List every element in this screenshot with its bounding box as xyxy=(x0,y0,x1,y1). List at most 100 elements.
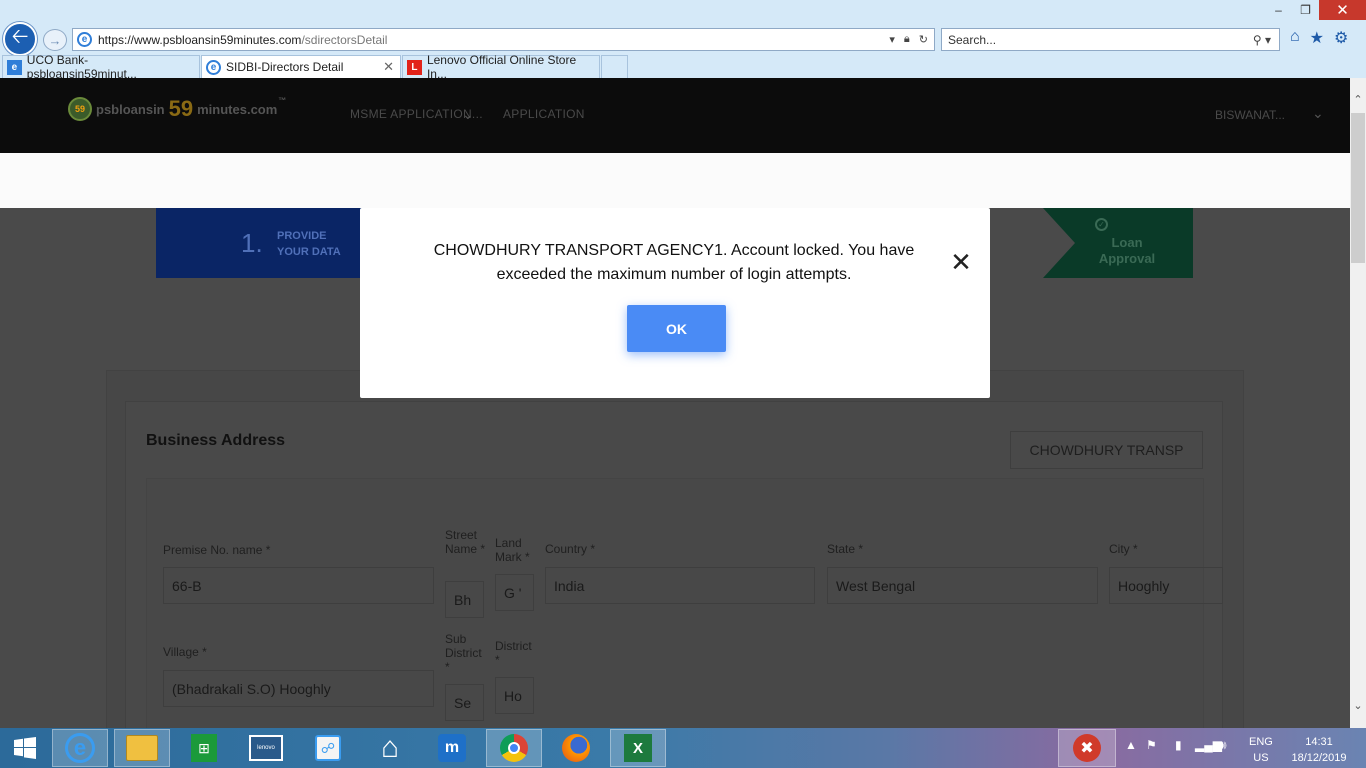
village-label: Village * xyxy=(163,645,207,659)
new-tab-button[interactable] xyxy=(601,55,628,78)
chevron-down-icon[interactable]: ⌄ xyxy=(462,106,474,123)
tab-label: UCO Bank- psbloansin59minut... xyxy=(26,53,137,81)
windows-start-button[interactable] xyxy=(0,729,50,767)
district-input[interactable]: Ho xyxy=(495,677,534,714)
street-label: Street Name * xyxy=(445,528,486,556)
country-select[interactable]: India xyxy=(545,567,815,604)
state-select[interactable]: West Bengal xyxy=(827,567,1098,604)
clock-time: 14:31 xyxy=(1305,736,1333,748)
scrollbar-thumb[interactable] xyxy=(1351,113,1365,263)
taskbar-excel[interactable]: X xyxy=(610,729,666,767)
show-hidden-icons[interactable]: ▲ xyxy=(1125,738,1137,752)
dialog-message: CHOWDHURY TRANSPORT AGENCY1. Account loc… xyxy=(433,242,915,283)
ok-button[interactable]: OK xyxy=(627,305,726,352)
tab-lenovo[interactable]: L Lenovo Official Online Store In... xyxy=(402,53,600,81)
page-band xyxy=(0,153,1350,208)
app-alert-icon: ✖ xyxy=(1073,734,1101,762)
lock-icon[interactable]: 🔒︎ xyxy=(904,33,910,46)
forward-arrow-icon: → xyxy=(48,32,62,48)
scroll-up-icon[interactable]: ⌃ xyxy=(1350,91,1366,107)
shopping-bag-icon: ☍ xyxy=(315,735,341,761)
taskbar-home-app[interactable]: ⌂ xyxy=(362,729,418,767)
taskbar-app-tray[interactable]: ✖ xyxy=(1058,729,1116,767)
restore-icon[interactable]: ❐ xyxy=(1292,0,1319,20)
tab-sidbi-directors[interactable]: e SIDBI-Directors Detail ✕ xyxy=(201,55,401,78)
monitor-icon: lenovo xyxy=(249,735,283,761)
favorites-star-icon[interactable]: ★ xyxy=(1310,28,1324,48)
internet-explorer-icon: e xyxy=(65,733,95,763)
settings-gear-icon[interactable]: ⚙ xyxy=(1334,28,1348,48)
refresh-icon[interactable]: ↻ xyxy=(919,33,928,46)
minimize-icon[interactable]: – xyxy=(1265,0,1292,20)
step-label: Loan Approval xyxy=(1095,235,1159,267)
country-label: Country * xyxy=(545,542,596,556)
tab-close-icon[interactable]: ✕ xyxy=(383,59,400,75)
tab-uco-bank[interactable]: e UCO Bank- psbloansin59minut... xyxy=(2,53,200,81)
landmark-input[interactable]: G ' xyxy=(495,574,534,611)
user-chevron-down-icon[interactable]: ⌄ xyxy=(1312,105,1324,122)
taskbar-store[interactable]: ⊞ xyxy=(176,729,232,767)
step-label-line1: Loan xyxy=(1111,235,1143,250)
landmark-label: Land Mark * xyxy=(495,536,530,564)
folder-icon xyxy=(126,735,158,761)
ie-icon: e xyxy=(7,59,22,75)
search-placeholder: Search... xyxy=(948,32,997,47)
browser-tools: ⌂ ★ ⚙ xyxy=(1290,28,1348,48)
taskbar-chrome[interactable] xyxy=(486,729,542,767)
language-indicator[interactable]: ENG US xyxy=(1249,734,1273,766)
taskbar-firefox[interactable] xyxy=(548,729,604,767)
subdistrict-input[interactable]: Se xyxy=(445,684,484,721)
premise-input[interactable]: 66-B xyxy=(163,567,434,604)
window-controls: – ❐ ✕ xyxy=(1265,0,1366,20)
city-label: City * xyxy=(1109,542,1138,556)
section-title: Business Address xyxy=(146,432,286,449)
search-icon[interactable]: ⚲ ▾ xyxy=(1253,33,1279,47)
clock[interactable]: 14:31 18/12/2019 xyxy=(1288,734,1350,766)
scroll-down-icon[interactable]: ⌄ xyxy=(1350,697,1366,713)
store-icon: ⊞ xyxy=(191,734,217,762)
taskbar-maxthon[interactable]: m xyxy=(424,729,480,767)
tab-label: Lenovo Official Online Store In... xyxy=(426,53,577,81)
address-bar[interactable]: e https://www.psbloansin59minutes.com/sd… xyxy=(72,28,935,51)
taskbar-lenovo[interactable]: lenovo xyxy=(238,729,294,767)
ie-page-icon: e xyxy=(77,32,92,47)
village-select[interactable]: (Bhadrakali S.O) Hooghly xyxy=(163,670,434,707)
region-code: US xyxy=(1253,752,1269,764)
home-icon[interactable]: ⌂ xyxy=(1290,28,1300,48)
district-label: District * xyxy=(495,639,532,667)
street-input[interactable]: Bh xyxy=(445,581,484,618)
ie-icon: e xyxy=(206,59,221,75)
maxthon-icon: m xyxy=(438,734,466,762)
check-icon: ✓ xyxy=(1095,218,1108,231)
taskbar-file-explorer[interactable] xyxy=(114,729,170,767)
logo-tm: ™ xyxy=(278,96,287,105)
back-arrow-icon: 🡠 xyxy=(11,24,29,48)
step-number: 1. xyxy=(241,228,263,258)
action-center-flag-icon[interactable]: ⚑ xyxy=(1146,738,1157,752)
forward-button[interactable]: → xyxy=(43,29,67,51)
url-path: /sdirectorsDetail xyxy=(301,32,388,47)
firefox-icon xyxy=(562,734,590,762)
volume-icon[interactable]: 🔊︎ xyxy=(1219,738,1227,753)
dropdown-icon[interactable]: ▾ xyxy=(889,33,895,46)
search-input[interactable]: Search... ⚲ ▾ xyxy=(941,28,1280,51)
nav-application[interactable]: APPLICATION xyxy=(503,107,585,121)
window-close-icon[interactable]: ✕ xyxy=(1319,0,1366,20)
subdistrict-label: Sub District * xyxy=(445,632,482,674)
lenovo-icon: L xyxy=(407,59,422,75)
city-select[interactable]: Hooghly xyxy=(1109,567,1223,604)
close-icon[interactable]: ✕ xyxy=(948,249,974,275)
company-name-box: CHOWDHURY TRANSP xyxy=(1010,431,1203,469)
user-menu[interactable]: BISWANAT... xyxy=(1215,108,1285,122)
taskbar-cart-app[interactable]: ☍ xyxy=(300,729,356,767)
account-locked-dialog: CHOWDHURY TRANSPORT AGENCY1. Account loc… xyxy=(360,208,990,398)
tab-label: SIDBI-Directors Detail xyxy=(226,60,344,74)
site-logo[interactable]: 59 psbloansin 59 minutes.com ™ xyxy=(68,96,286,122)
battery-icon[interactable]: ▮ xyxy=(1175,738,1182,752)
back-button[interactable]: 🡠 xyxy=(3,22,37,56)
logo-suffix: minutes.com xyxy=(197,101,278,117)
taskbar-internet-explorer[interactable]: e xyxy=(52,729,108,767)
signal-icon[interactable]: ▂▄▆ xyxy=(1195,738,1222,752)
logo-number: 59 xyxy=(168,96,194,121)
lang-code: ENG xyxy=(1249,736,1273,748)
